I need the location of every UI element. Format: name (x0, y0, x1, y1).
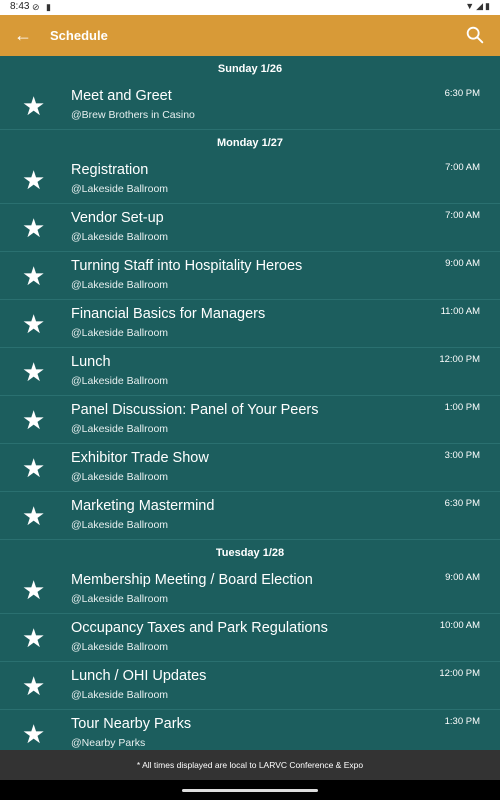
star-icon[interactable]: ★ (22, 166, 45, 194)
event-location: @Lakeside Ballroom (71, 327, 169, 339)
event-location: @Lakeside Ballroom (71, 231, 169, 243)
event-location: @Lakeside Ballroom (71, 183, 169, 195)
event-location: @Lakeside Ballroom (71, 471, 169, 483)
footer-note: * All times displayed are local to LARVC… (136, 760, 364, 770)
event-time: 10:00 AM (439, 620, 480, 631)
signal-icon: ◢ (476, 1, 486, 11)
event-row[interactable]: ★ Vendor Set-up @Lakeside Ballroom 7:00 … (0, 204, 500, 252)
event-location: @Lakeside Ballroom (71, 593, 169, 605)
event-location: @Lakeside Ballroom (71, 423, 169, 435)
event-location: @Lakeside Ballroom (71, 375, 169, 387)
event-location: @Nearby Parks (71, 737, 146, 749)
star-icon[interactable]: ★ (22, 310, 45, 338)
event-time: 9:00 AM (445, 258, 480, 269)
event-time: 11:00 AM (440, 306, 480, 317)
event-time: 12:00 PM (439, 668, 480, 679)
status-bar: 8:43 ⊘ ▮ ▼◢▮ (0, 0, 500, 15)
dnd-icon: ⊘ (32, 2, 40, 12)
event-row[interactable]: ★ Registration @Lakeside Ballroom 7:00 A… (0, 156, 500, 204)
event-location: @Lakeside Ballroom (71, 689, 169, 701)
event-row[interactable]: ★ Lunch / OHI Updates @Lakeside Ballroom… (0, 662, 500, 710)
schedule-list[interactable]: Sunday 1/26 ★ Meet and Greet @Brew Broth… (0, 56, 500, 750)
event-row[interactable]: ★ Turning Staff into Hospitality Heroes … (0, 252, 500, 300)
system-nav-bar (0, 780, 500, 800)
event-title: Panel Discussion: Panel of Your Peers (71, 402, 319, 418)
event-row[interactable]: ★ Panel Discussion: Panel of Your Peers … (0, 396, 500, 444)
event-time: 9:00 AM (445, 572, 480, 583)
star-icon[interactable]: ★ (22, 358, 45, 386)
event-time: 7:00 AM (445, 210, 480, 221)
event-row[interactable]: ★ Occupancy Taxes and Park Regulations @… (0, 614, 500, 662)
day-header: Tuesday 1/28 (0, 540, 500, 566)
event-title: Registration (71, 162, 149, 178)
event-row[interactable]: ★ Financial Basics for Managers @Lakesid… (0, 300, 500, 348)
event-time: 6:30 PM (444, 88, 480, 99)
event-title: Vendor Set-up (71, 210, 164, 226)
notification-icon: ▮ (46, 2, 51, 12)
star-icon[interactable]: ★ (22, 624, 45, 652)
event-time: 1:30 PM (444, 716, 480, 727)
event-row[interactable]: ★ Meet and Greet @Brew Brothers in Casin… (0, 82, 500, 130)
day-header: Monday 1/27 (0, 130, 500, 156)
star-icon[interactable]: ★ (22, 672, 45, 700)
event-title: Financial Basics for Managers (71, 306, 266, 322)
timezone-footer: * All times displayed are local to LARVC… (0, 750, 500, 780)
event-row[interactable]: ★ Exhibitor Trade Show @Lakeside Ballroo… (0, 444, 500, 492)
star-icon[interactable]: ★ (22, 720, 45, 748)
event-location: @Brew Brothers in Casino (71, 109, 195, 121)
event-location: @Lakeside Ballroom (71, 279, 169, 291)
event-row[interactable]: ★ Membership Meeting / Board Election @L… (0, 566, 500, 614)
event-location: @Lakeside Ballroom (71, 519, 169, 531)
event-row[interactable]: ★ Lunch @Lakeside Ballroom 12:00 PM (0, 348, 500, 396)
star-icon[interactable]: ★ (22, 454, 45, 482)
day-header: Sunday 1/26 (0, 56, 500, 82)
event-row[interactable]: ★ Tour Nearby Parks @Nearby Parks 1:30 P… (0, 710, 500, 750)
event-title: Meet and Greet (71, 88, 172, 104)
back-arrow-icon[interactable]: ← (14, 25, 32, 46)
search-icon[interactable] (464, 24, 486, 46)
event-title: Turning Staff into Hospitality Heroes (71, 258, 303, 274)
page-title: Schedule (50, 28, 108, 43)
event-title: Tour Nearby Parks (71, 716, 192, 732)
event-row[interactable]: ★ Marketing Mastermind @Lakeside Ballroo… (0, 492, 500, 540)
event-location: @Lakeside Ballroom (71, 641, 169, 653)
star-icon[interactable]: ★ (22, 576, 45, 604)
event-title: Membership Meeting / Board Election (71, 572, 313, 588)
system-icons: ▼◢▮ (465, 1, 492, 12)
event-title: Occupancy Taxes and Park Regulations (71, 620, 328, 636)
event-time: 6:30 PM (444, 498, 480, 509)
star-icon[interactable]: ★ (22, 92, 45, 120)
event-time: 7:00 AM (445, 162, 480, 173)
wifi-icon: ▼ (465, 1, 477, 11)
star-icon[interactable]: ★ (22, 262, 45, 290)
event-time: 12:00 PM (439, 354, 480, 365)
star-icon[interactable]: ★ (22, 406, 45, 434)
home-handle[interactable] (182, 789, 318, 792)
star-icon[interactable]: ★ (22, 502, 45, 530)
event-time: 1:00 PM (444, 402, 480, 413)
event-title: Lunch (71, 354, 111, 370)
event-title: Exhibitor Trade Show (71, 450, 209, 466)
event-title: Marketing Mastermind (71, 498, 215, 514)
status-time: 8:43 (10, 1, 30, 12)
star-icon[interactable]: ★ (22, 214, 45, 242)
event-title: Lunch / OHI Updates (71, 668, 207, 684)
event-time: 3:00 PM (444, 450, 480, 461)
battery-icon: ▮ (485, 1, 492, 11)
app-bar: ← Schedule (0, 15, 500, 56)
